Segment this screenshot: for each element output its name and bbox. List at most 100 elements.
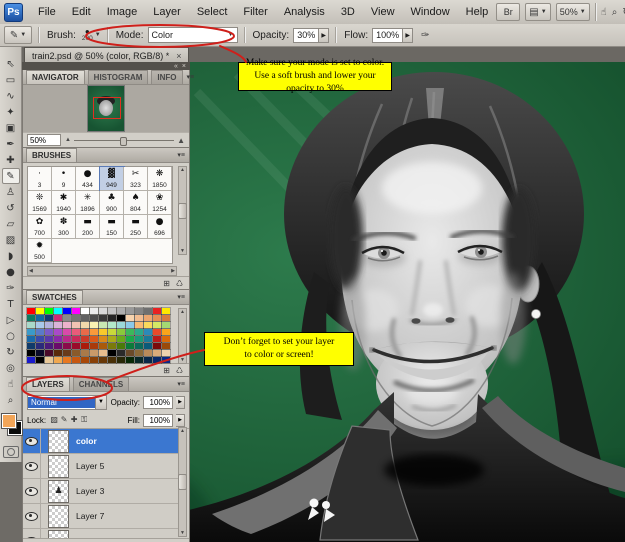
color-swatch[interactable] — [153, 357, 161, 363]
layer-row[interactable]: ♟Layer 3 — [23, 479, 179, 504]
color-swatch[interactable] — [54, 308, 62, 314]
orbit-3d-tool[interactable]: ◎ — [2, 360, 20, 376]
brush-preset-9[interactable]: •9 — [52, 167, 76, 191]
color-swatch[interactable] — [27, 357, 35, 363]
lock-position-icon[interactable]: ✚ — [69, 415, 79, 425]
lasso-tool[interactable]: ∿ — [2, 88, 20, 104]
swatches-scrollbar[interactable]: ▲ ▼ — [178, 308, 187, 364]
brush-preset-323[interactable]: ✂323 — [124, 167, 148, 191]
color-swatch[interactable] — [99, 308, 107, 314]
color-swatch[interactable] — [36, 343, 44, 349]
color-swatch[interactable] — [99, 357, 107, 363]
menu-help[interactable]: Help — [458, 6, 497, 18]
eyedropper-tool[interactable]: ✒ — [2, 136, 20, 152]
new-brush-icon[interactable]: ⊞ — [163, 279, 170, 288]
color-swatch[interactable] — [36, 308, 44, 314]
color-swatch[interactable] — [144, 357, 152, 363]
color-swatch[interactable] — [90, 322, 98, 328]
brush-preset-3[interactable]: ·3 — [28, 167, 52, 191]
color-swatch[interactable] — [162, 329, 170, 335]
panel-menu-icon[interactable]: ▾≡ — [183, 73, 199, 81]
color-swatch[interactable] — [153, 343, 161, 349]
scroll-up-icon[interactable]: ▲ — [180, 309, 185, 315]
path-selection-tool[interactable]: ▷ — [2, 312, 20, 328]
color-swatch[interactable] — [27, 336, 35, 342]
tab-layers[interactable]: LAYERS — [26, 377, 70, 391]
brush-preset-900[interactable]: ♣900 — [100, 191, 124, 215]
menu-analysis[interactable]: Analysis — [276, 6, 333, 18]
rectangular-marquee-tool[interactable]: ▭ — [2, 72, 20, 88]
color-swatch[interactable] — [72, 350, 80, 356]
color-swatch[interactable] — [81, 350, 89, 356]
color-swatch[interactable] — [135, 336, 143, 342]
tab-histogram[interactable]: HISTOGRAM — [88, 70, 149, 84]
color-swatch[interactable] — [45, 350, 53, 356]
opacity-spinner[interactable]: ▶ — [319, 28, 329, 43]
type-tool[interactable]: T — [2, 296, 20, 312]
color-swatch[interactable] — [63, 315, 71, 321]
color-swatch[interactable] — [153, 336, 161, 342]
brush-preset-1254[interactable]: ❀1254 — [148, 191, 172, 215]
color-swatch[interactable] — [72, 322, 80, 328]
color-swatch[interactable] — [117, 315, 125, 321]
scrollbar-thumb[interactable] — [178, 474, 187, 490]
color-swatch[interactable] — [117, 336, 125, 342]
color-swatch[interactable] — [72, 308, 80, 314]
brush-picker-arrow[interactable]: ▼ — [95, 32, 101, 38]
color-swatch[interactable] — [45, 315, 53, 321]
menu-3d[interactable]: 3D — [333, 6, 363, 18]
color-swatch[interactable] — [144, 350, 152, 356]
color-swatch[interactable] — [81, 357, 89, 363]
color-swatch[interactable] — [108, 336, 116, 342]
color-swatch[interactable] — [144, 308, 152, 314]
scroll-left-icon[interactable]: ◀ — [29, 268, 33, 274]
color-swatch[interactable] — [27, 343, 35, 349]
color-swatch[interactable] — [99, 336, 107, 342]
panel-menu-icon[interactable]: ▾≡ — [173, 151, 189, 159]
dodge-tool[interactable]: ● — [2, 264, 20, 280]
color-swatch[interactable] — [117, 329, 125, 335]
brush-preset-700[interactable]: ✿700 — [28, 215, 52, 239]
slider-track[interactable] — [74, 140, 174, 141]
menu-file[interactable]: File — [30, 6, 64, 18]
color-swatch[interactable] — [99, 343, 107, 349]
new-swatch-icon[interactable]: ⊞ — [163, 366, 170, 375]
color-swatch[interactable] — [90, 315, 98, 321]
close-dock-icon[interactable]: × — [182, 63, 186, 70]
color-swatch[interactable] — [27, 322, 35, 328]
layer-opacity-spinner[interactable]: ▶ — [176, 396, 185, 409]
color-swatch[interactable] — [108, 308, 116, 314]
visibility-toggle[interactable] — [23, 479, 41, 503]
tab-info[interactable]: INFO — [151, 70, 182, 84]
color-swatch[interactable] — [90, 329, 98, 335]
color-swatch[interactable] — [144, 343, 152, 349]
visibility-toggle[interactable] — [23, 454, 41, 478]
color-swatch[interactable] — [135, 308, 143, 314]
color-swatch[interactable] — [90, 357, 98, 363]
color-swatch[interactable] — [36, 315, 44, 321]
color-swatch[interactable] — [81, 322, 89, 328]
color-swatch[interactable] — [153, 350, 161, 356]
color-swatch[interactable] — [108, 357, 116, 363]
launch-bridge-button[interactable]: Br — [496, 3, 520, 21]
color-swatch[interactable] — [126, 336, 134, 342]
blend-mode-select[interactable]: Color ▼ — [148, 27, 238, 43]
color-swatch[interactable] — [126, 308, 134, 314]
brushes-scrollbar[interactable]: ▲ ▼ — [178, 166, 187, 255]
tab-brushes[interactable]: BRUSHES — [26, 148, 77, 162]
color-swatch[interactable] — [135, 329, 143, 335]
color-swatch[interactable] — [72, 315, 80, 321]
color-swatch[interactable] — [81, 329, 89, 335]
color-swatch[interactable] — [63, 350, 71, 356]
brush-preset-949[interactable]: ▓949 — [100, 167, 124, 191]
chevron-down-icon[interactable]: ▼ — [95, 396, 106, 409]
color-swatch[interactable] — [126, 357, 134, 363]
brush-preset-250[interactable]: ▬250 — [124, 215, 148, 239]
airbrush-toggle-icon[interactable]: ✑ — [421, 30, 429, 41]
scrollbar-thumb[interactable] — [178, 203, 187, 219]
color-swatch[interactable] — [162, 357, 170, 363]
color-swatch[interactable] — [45, 308, 53, 314]
color-swatch[interactable] — [117, 322, 125, 328]
brush-preset-696[interactable]: ●696 — [148, 215, 172, 239]
hand-tool-icon[interactable]: ☝ — [601, 7, 607, 18]
